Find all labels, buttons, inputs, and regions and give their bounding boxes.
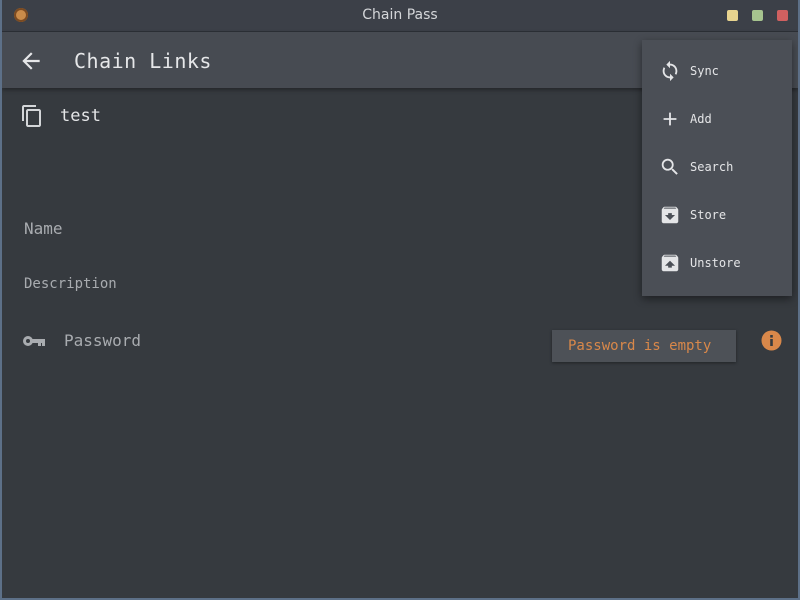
add-icon	[659, 108, 681, 130]
menu-item-store[interactable]: Store	[642, 192, 792, 240]
menu-item-label: Add	[690, 112, 712, 126]
menu-item-unstore[interactable]: Unstore	[642, 240, 792, 288]
menu-item-label: Store	[690, 208, 727, 222]
minimize-button[interactable]	[727, 10, 738, 21]
store-icon	[659, 204, 681, 226]
menu-item-label: Unstore	[690, 256, 741, 270]
app-window: Chain Pass Chain Links test Name Descrip…	[0, 0, 800, 600]
password-error-text: Password is empty	[568, 338, 712, 354]
overflow-menu: Sync Add Search Store Unstore	[642, 40, 792, 296]
copy-button[interactable]	[20, 104, 44, 128]
sync-icon	[659, 60, 681, 82]
name-field[interactable]: Name	[24, 219, 63, 238]
window-title: Chain Pass	[362, 7, 438, 23]
chain-name: test	[60, 106, 101, 126]
menu-item-add[interactable]: Add	[642, 96, 792, 144]
menu-item-label: Sync	[690, 64, 719, 78]
description-field[interactable]: Description	[24, 276, 117, 292]
password-info-button[interactable]	[761, 330, 782, 351]
password-error-tooltip: Password is empty	[552, 330, 736, 362]
menu-item-sync[interactable]: Sync	[642, 48, 792, 96]
menu-item-search[interactable]: Search	[642, 144, 792, 192]
page-title: Chain Links	[74, 49, 212, 73]
close-button[interactable]	[777, 10, 788, 21]
key-icon	[22, 331, 46, 351]
back-button[interactable]	[18, 48, 44, 74]
menu-item-label: Search	[690, 160, 734, 174]
title-bar[interactable]: Chain Pass	[2, 0, 798, 32]
copy-icon	[22, 105, 41, 127]
info-icon	[761, 330, 782, 351]
unstore-icon	[659, 252, 681, 274]
arrow-back-icon	[22, 52, 40, 70]
maximize-button[interactable]	[752, 10, 763, 21]
password-field[interactable]: Password	[64, 331, 141, 350]
search-icon	[659, 156, 681, 178]
